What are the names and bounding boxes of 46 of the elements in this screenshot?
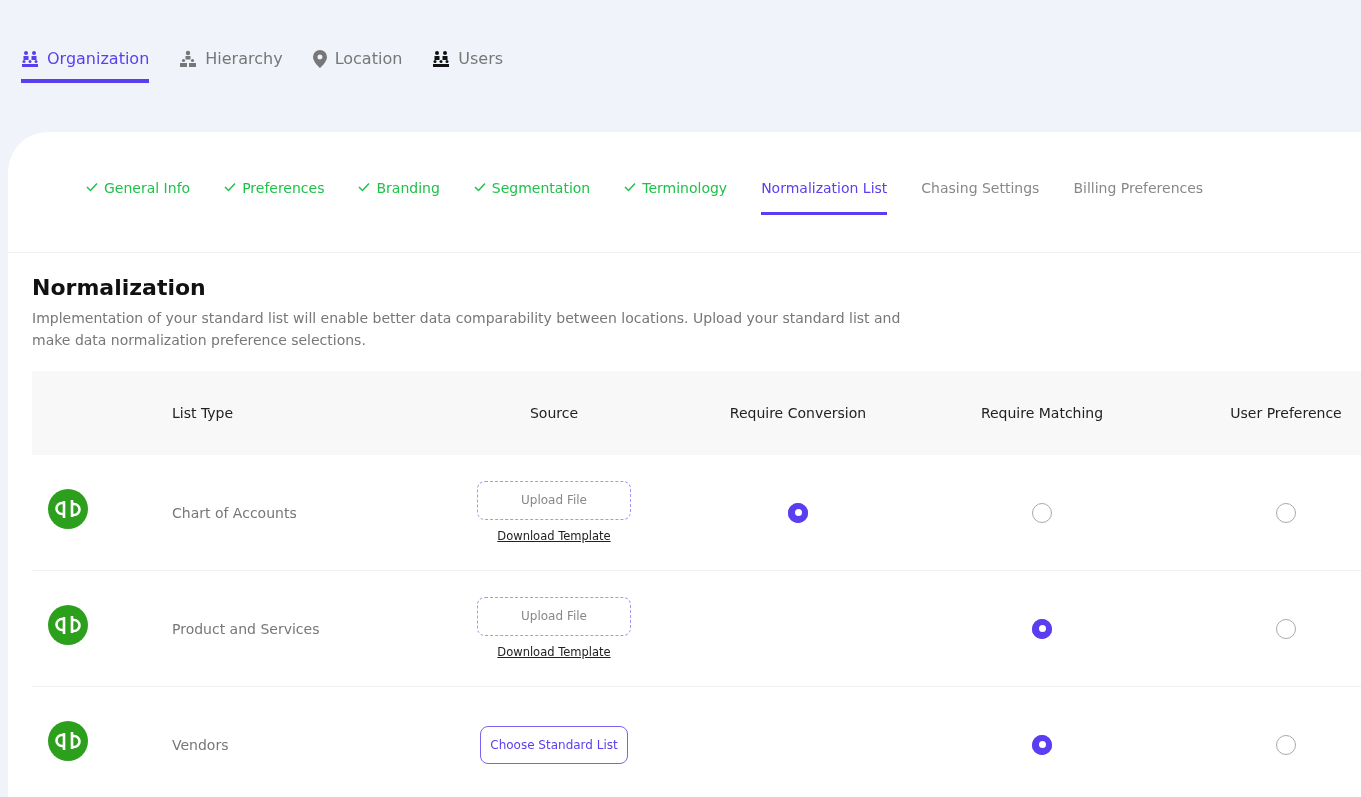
settings-tab[interactable]: Branding: [358, 178, 440, 215]
nav-tab[interactable]: Users: [432, 46, 504, 83]
radio-button[interactable]: [1032, 618, 1052, 639]
choose-standard-list-button[interactable]: Choose Standard List: [480, 725, 628, 764]
settings-tab[interactable]: Preferences: [224, 178, 325, 215]
people-group-icon: [21, 49, 39, 68]
settings-tab[interactable]: Chasing Settings: [921, 178, 1040, 215]
hierarchy-icon: [179, 49, 198, 68]
list-type-text: Chart of Accounts: [172, 504, 297, 521]
check-icon: [624, 182, 637, 192]
location-pin-icon: [312, 49, 327, 68]
check-icon: [358, 182, 371, 192]
upload-file-button[interactable]: Upload File: [477, 480, 631, 520]
section-title: Normalization: [32, 275, 207, 302]
settings-tab[interactable]: General Info: [86, 178, 191, 215]
settings-tab[interactable]: Billing Preferences: [1073, 178, 1204, 215]
list-type-text: Product and Services: [172, 620, 320, 637]
quickbooks-logo-icon: [48, 721, 88, 762]
nav-tab[interactable]: Hierarchy: [179, 46, 283, 83]
download-template-link[interactable]: Download Template: [497, 527, 611, 545]
column-header: List Type: [172, 403, 235, 423]
quickbooks-logo-icon: [48, 489, 88, 530]
users-icon: [432, 49, 451, 68]
column-header: User Preference: [1229, 403, 1343, 423]
section-description: Implementation of your standard list will enable better data comparability between locations. Upload your standard list and make data normalization preference selections.: [32, 309, 902, 351]
column-header: Require Conversion: [728, 403, 868, 423]
check-icon: [224, 182, 237, 192]
check-icon: [473, 182, 486, 192]
column-header: Source: [528, 403, 580, 423]
settings-tab[interactable]: Normalization List: [761, 178, 888, 215]
radio-button[interactable]: [1276, 734, 1296, 755]
upload-file-button[interactable]: Upload File: [477, 596, 631, 636]
download-template-link[interactable]: Download Template: [497, 643, 611, 661]
settings-tab[interactable]: Terminology: [624, 178, 728, 215]
radio-button[interactable]: [1276, 502, 1296, 523]
radio-button[interactable]: [788, 502, 808, 523]
quickbooks-logo-icon: [48, 605, 88, 646]
radio-button[interactable]: [1276, 618, 1296, 639]
column-header: Require Matching: [979, 403, 1105, 423]
nav-tab[interactable]: Location: [312, 46, 403, 83]
check-icon: [86, 182, 98, 192]
radio-button[interactable]: [1032, 502, 1052, 523]
list-type-text: Vendors: [172, 736, 229, 753]
radio-button[interactable]: [1032, 734, 1052, 755]
nav-tab[interactable]: Organization: [21, 46, 150, 83]
settings-tab[interactable]: Segmentation: [473, 178, 591, 215]
